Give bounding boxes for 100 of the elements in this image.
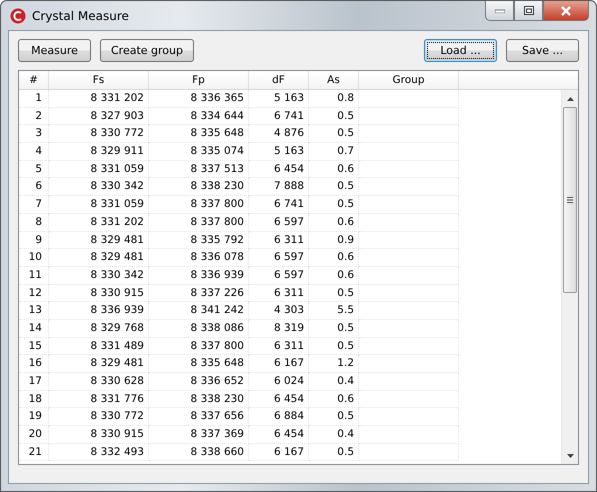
table-cell: 8 331 202 [49, 90, 149, 108]
table-cell: 6 454 [249, 160, 309, 178]
table-cell: 0.5 [309, 125, 359, 144]
close-icon [560, 6, 572, 16]
table-cell: 8 337 226 [149, 284, 249, 302]
table-cell: 8 335 648 [149, 355, 249, 373]
table-cell: 8 331 489 [49, 338, 149, 356]
table-cell: 8 341 242 [149, 302, 249, 320]
table-cell: 8 330 915 [49, 284, 149, 302]
scrollbar[interactable] [561, 90, 578, 464]
table-cell: 8 334 644 [149, 108, 249, 126]
table-cell: 14 [19, 320, 49, 338]
table-cell: 6 597 [249, 266, 309, 285]
table-cell: 19 [19, 408, 49, 426]
table-cell: 6 311 [249, 284, 309, 302]
table-cell: 0.5 [309, 408, 359, 426]
table-cell: 11 [19, 266, 49, 285]
table-cell: 1.2 [309, 355, 359, 373]
table-cell: 0.4 [309, 426, 359, 444]
table-cell: 8 330 772 [49, 125, 149, 144]
column-header[interactable]: Fp [149, 71, 249, 89]
table-cell: 8 336 078 [149, 249, 249, 267]
grip-icon [567, 197, 573, 203]
table-cell: 0.7 [309, 143, 359, 161]
table-cell: 8 337 800 [149, 338, 249, 356]
table-cell: 4 303 [249, 302, 309, 320]
table-cell: 8 329 481 [49, 249, 149, 267]
close-button[interactable] [543, 1, 589, 21]
table-cell: 6 597 [249, 214, 309, 232]
table-cell: 0.5 [309, 178, 359, 196]
toolbar-button[interactable]: Save ... [506, 39, 579, 62]
column-header[interactable]: Fs [49, 71, 149, 89]
table-cell: 3 [19, 125, 49, 144]
table-cell: 0.6 [309, 390, 359, 408]
minimize-icon [494, 8, 504, 12]
table-cell: 8 331 202 [49, 214, 149, 232]
table-cell: 6 [19, 178, 49, 196]
scrollbar-thumb[interactable] [563, 107, 577, 293]
table-cell: 8 335 648 [149, 125, 249, 144]
table-cell: 10 [19, 249, 49, 267]
table-cell: 5 163 [249, 143, 309, 161]
table-cell: 8 [19, 214, 49, 232]
table-cell: 8 330 915 [49, 426, 149, 444]
column-header[interactable]: dF [249, 71, 309, 89]
table-cell: 5 163 [249, 90, 309, 108]
table-cell: 6 454 [249, 390, 309, 408]
table-cell: 8 336 365 [149, 90, 249, 108]
table-cell: 8 330 628 [49, 373, 149, 391]
column-header[interactable]: As [309, 71, 359, 89]
table-cell: 6 311 [249, 232, 309, 250]
table-cell: 15 [19, 338, 49, 356]
app-icon [10, 8, 26, 24]
table-cell: 6 311 [249, 338, 309, 356]
table-cell: 0.5 [309, 196, 359, 214]
column-header[interactable]: # [19, 71, 49, 89]
table-cell: 8 338 086 [149, 320, 249, 338]
table-cell: 21 [19, 444, 49, 462]
up-arrow-icon[interactable] [566, 96, 574, 100]
table-cell: 6 741 [249, 196, 309, 214]
table-cell: 8 330 342 [49, 266, 149, 285]
table-cell: 8 327 903 [49, 108, 149, 126]
column-header[interactable]: Group [359, 71, 459, 89]
down-arrow-icon[interactable] [566, 454, 574, 458]
table-cell: 0.5 [309, 284, 359, 302]
table-cell: 6 454 [249, 426, 309, 444]
table-cell: 8 336 939 [149, 266, 249, 285]
table-cell: 0.5 [309, 338, 359, 356]
table-cell: 8 332 493 [49, 444, 149, 462]
table-cell: 8 336 939 [49, 302, 149, 320]
table-cell: 8 338 230 [149, 178, 249, 196]
table-cell: 8 329 911 [49, 143, 149, 161]
minimize-button[interactable] [485, 1, 514, 21]
table-cell: 8 329 768 [49, 320, 149, 338]
table-cell: 8 331 776 [49, 390, 149, 408]
table-cell: 0.4 [309, 373, 359, 391]
table-cell: 8 335 792 [149, 232, 249, 250]
toolbar-button[interactable]: Measure [18, 39, 91, 62]
table-cell: 13 [19, 302, 49, 320]
table-cell: 8 337 656 [149, 408, 249, 426]
table-cell: 8 329 481 [49, 355, 149, 373]
toolbar-button[interactable]: Create group [100, 39, 194, 62]
maximize-button[interactable] [514, 1, 543, 21]
table-cell: 5.5 [309, 302, 359, 320]
table-cell: 9 [19, 232, 49, 250]
table-cell: 1 [19, 90, 49, 108]
table-cell: 8 338 230 [149, 390, 249, 408]
table-cell: 0.5 [309, 108, 359, 126]
table-cell: 7 [19, 196, 49, 214]
table-cell: 8 331 059 [49, 160, 149, 178]
table-cell: 0.6 [309, 249, 359, 267]
table-cell: 16 [19, 355, 49, 373]
toolbar-button[interactable]: Load ... [424, 39, 497, 62]
table-cell: 8 338 660 [149, 444, 249, 462]
table-cell: 6 741 [249, 108, 309, 126]
table-cell: 17 [19, 373, 49, 391]
table-cell: 0.6 [309, 160, 359, 178]
table-cell: 5 [19, 160, 49, 178]
table-cell: 6 167 [249, 355, 309, 373]
table-cell: 18 [19, 390, 49, 408]
table-cell: 8 331 059 [49, 196, 149, 214]
